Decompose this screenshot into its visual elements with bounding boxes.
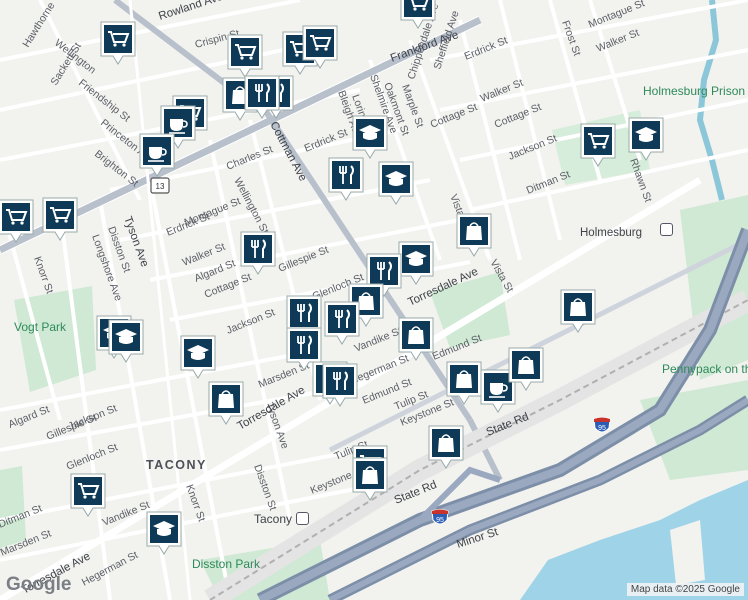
poi-pin-shopping-cart-icon[interactable] [41,196,79,242]
map-attribution[interactable]: Map data ©2025 Google [626,583,744,596]
poi-pin-school-icon[interactable] [179,334,217,380]
poi-pin-shopping-cart-icon[interactable] [579,122,617,168]
label-knorr-st-s: Knorr St [183,483,207,523]
poi-pin-shopping-cart-icon[interactable] [399,0,437,30]
poi-pin-shopping-bag-icon[interactable] [445,360,483,406]
poi-pin-school-icon[interactable] [377,160,415,206]
poi-pin-shopping-bag-icon[interactable] [397,316,435,362]
poi-pin-shopping-cart-icon[interactable] [0,198,35,244]
poi-pin-restaurant-icon[interactable] [321,362,359,408]
poi-pin-shopping-bag-icon[interactable] [207,380,245,426]
route-13-shield: 13 [150,176,170,196]
poi-pin-shopping-cart-icon[interactable] [99,20,137,66]
poi-pin-school-icon[interactable] [627,116,665,162]
poi-pin-shopping-cart-icon[interactable] [69,472,107,518]
holmesburg-station-icon [656,223,673,237]
label-walker-st-ne: Walker St [479,77,525,105]
tacony-station-label: Tacony [254,512,293,526]
i95-south-label: 95 [436,517,444,524]
label-disston-st-s: Disston St [251,463,279,512]
route-13-label: 13 [156,182,165,191]
poi-pin-shopping-bag-icon[interactable] [351,456,389,502]
poi-pin-shopping-bag-icon[interactable] [427,424,465,470]
label-holmesburg: Holmesburg [580,227,642,239]
i95-shield-south: 95 [430,508,450,528]
river-inlet [670,520,705,585]
poi-pin-restaurant-icon[interactable] [327,156,365,202]
google-logo: Google [6,574,72,595]
poi-pin-cafe-icon[interactable] [138,132,176,178]
pennypack-creek [696,0,725,201]
poi-pin-school-icon[interactable] [351,114,389,160]
poi-pin-shopping-bag-icon[interactable] [507,346,545,392]
poi-pin-restaurant-icon[interactable] [239,230,277,276]
label-erdrick-st-ne: Erdrick St [463,35,510,63]
label-cottage-st-ne: Cottage St [493,101,544,131]
poi-pin-school-icon[interactable] [145,510,183,556]
i95-shield-east: 95 [592,416,612,436]
i95-east-label: 95 [598,425,606,432]
poi-pin-shopping-cart-icon[interactable] [226,33,264,79]
poi-pin-shopping-cart-icon[interactable] [301,24,339,70]
tacony-station[interactable]: Tacony [254,512,310,526]
poi-pin-shopping-bag-icon[interactable] [455,212,493,258]
poi-pin-restaurant-icon[interactable] [323,300,361,346]
label-pennypack-delaware: Pennypack on the Delaware [662,362,748,376]
label-rhawn-st: Rhawn St [627,157,654,204]
west-green-area [0,466,26,548]
poi-pin-school-icon[interactable] [107,318,145,364]
label-rowland-ave: Rowland Ave [157,0,224,23]
label-vogt-park: Vogt Park [14,320,67,334]
train-station-icon [296,512,310,525]
label-disston-park: Disston Park [192,557,261,571]
label-neighborhood: TACONY [146,458,207,472]
label-holmesburg-prison: Holmesburg Prison [643,84,745,98]
poi-pin-restaurant-icon[interactable] [243,74,281,120]
poi-pin-shopping-bag-icon[interactable] [559,288,597,334]
label-knorr-st: Knorr St [31,255,55,295]
